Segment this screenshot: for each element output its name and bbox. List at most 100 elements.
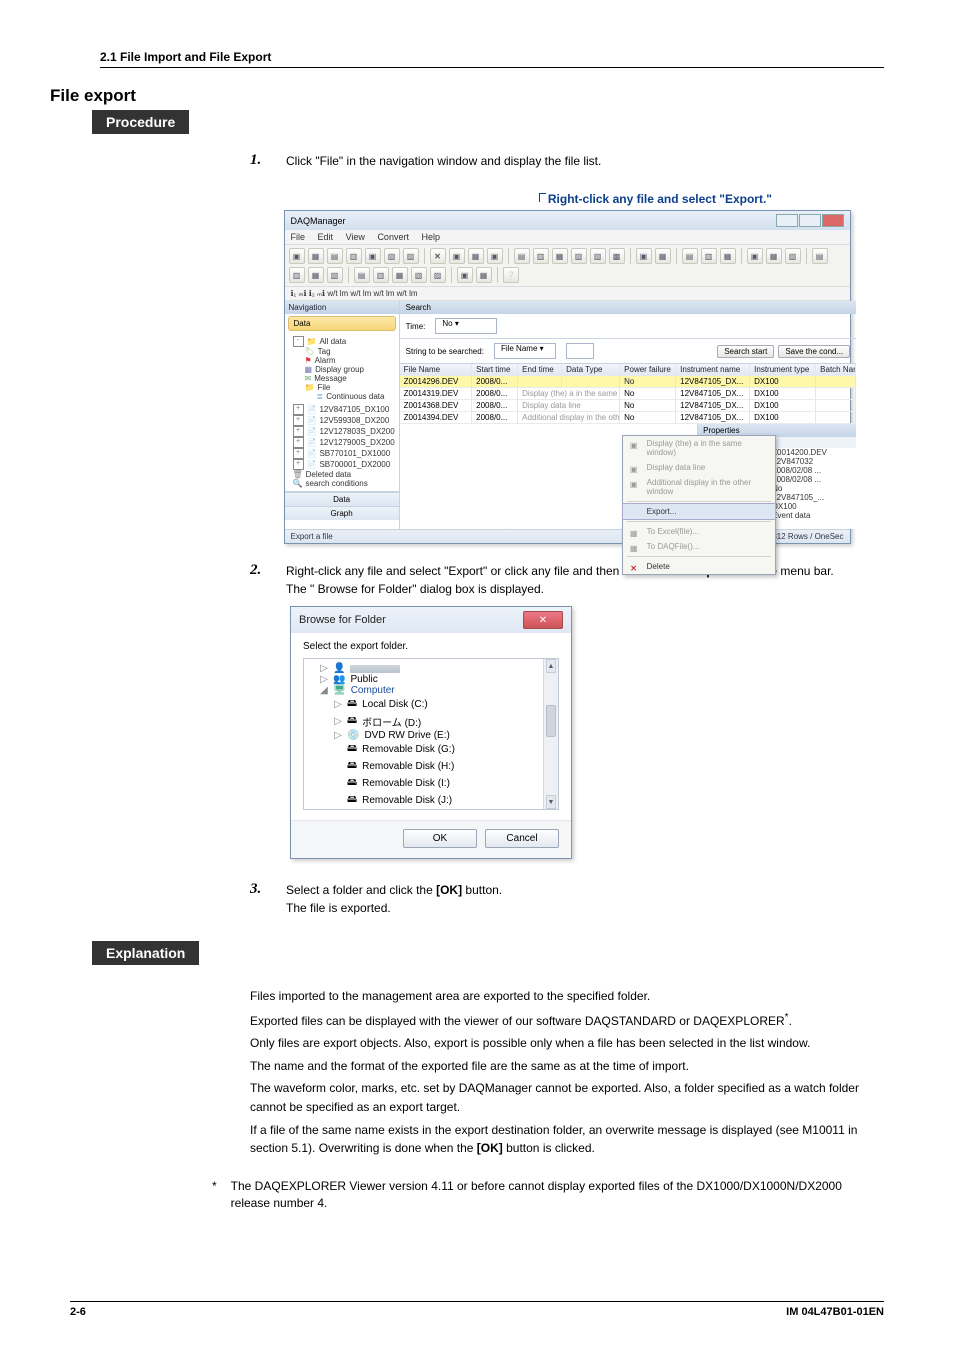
tool-icon[interactable]: ▣: [457, 267, 473, 283]
tool-icon[interactable]: ▦: [468, 248, 484, 264]
nav-tree[interactable]: -📁All data 🏷Tag ⚑Alarm ▦Display group ✉M…: [285, 333, 399, 404]
table-row[interactable]: Z0014394.DEV2008/0... Additional display…: [400, 412, 856, 424]
tool-icon[interactable]: ▤: [812, 248, 828, 264]
table-row[interactable]: Z0014319.DEV2008/0... Display (the) a in…: [400, 388, 856, 400]
search-header: Search: [400, 301, 857, 314]
search-time-select[interactable]: No ▾: [435, 318, 497, 334]
menu-item-delete[interactable]: ✕Delete: [623, 559, 775, 574]
tool-icon[interactable]: ▥: [289, 267, 305, 283]
section-header: 2.1 File Import and File Export: [100, 50, 884, 64]
tool-icon[interactable]: ▨: [403, 248, 419, 264]
menu-item[interactable]: ▦To DAQFile()...: [623, 539, 775, 554]
menu-item[interactable]: ▣Display (the) a in the same window): [623, 436, 775, 460]
status-left: Export a file: [291, 532, 333, 541]
tool-icon[interactable]: ▨: [430, 267, 446, 283]
close-icon[interactable]: ✕: [523, 611, 563, 629]
search-string-label: String to be searched:: [406, 347, 484, 356]
scroll-up-icon[interactable]: ▲: [546, 659, 556, 673]
help-icon[interactable]: ❔: [503, 267, 519, 283]
tool-icon[interactable]: ▧: [411, 267, 427, 283]
tool-icon[interactable]: ▤: [682, 248, 698, 264]
step3-body: Select a folder and click the [OK] butto…: [286, 881, 884, 917]
menu-item[interactable]: ▦To Excel(file)...: [623, 524, 775, 539]
menu-file[interactable]: File: [291, 232, 306, 242]
maximize-button[interactable]: [799, 214, 821, 227]
tool-icon[interactable]: ▧: [384, 248, 400, 264]
nav-pane: Navigation Data -📁All data 🏷Tag ⚑Alarm ▦…: [285, 301, 400, 529]
search-save-button[interactable]: Save the cond...: [778, 345, 850, 358]
tool-icon[interactable]: ▣: [747, 248, 763, 264]
procedure-tag: Procedure: [92, 110, 189, 134]
tool-icon[interactable]: ▣: [487, 248, 503, 264]
explanation-body: Files imported to the management area ar…: [250, 987, 884, 1158]
file-table[interactable]: File Name Start time End time Data Type …: [400, 364, 857, 424]
search-text-input[interactable]: [566, 343, 594, 359]
menu-item-export[interactable]: Export...: [622, 503, 776, 520]
step3-num: 3.: [250, 881, 266, 917]
scroll-thumb[interactable]: [546, 705, 556, 737]
menu-view[interactable]: View: [346, 232, 365, 242]
tool-icon[interactable]: ▥: [373, 267, 389, 283]
tool-icon[interactable]: ▦: [552, 248, 568, 264]
tool-icon[interactable]: ▧: [571, 248, 587, 264]
menu-convert[interactable]: Convert: [377, 232, 409, 242]
table-row[interactable]: Z0014368.DEV2008/0... Display data line …: [400, 400, 856, 412]
table-row[interactable]: Z0014296.DEV2008/0... No 12V847105_DX...…: [400, 376, 856, 388]
browse-title: Browse for Folder: [299, 614, 386, 626]
tool-icon[interactable]: ▦: [308, 248, 324, 264]
browse-prompt: Select the export folder.: [303, 641, 559, 652]
menu-edit[interactable]: Edit: [318, 232, 334, 242]
nav-header: Navigation: [285, 301, 399, 314]
cancel-button[interactable]: Cancel: [485, 829, 559, 848]
tool-icon[interactable]: ▨: [590, 248, 606, 264]
step2-body: Right-click any file and select "Export"…: [286, 562, 884, 598]
tool-icon[interactable]: ▣: [289, 248, 305, 264]
tool-icon[interactable]: ▣: [636, 248, 652, 264]
nav-bottom-data[interactable]: Data: [285, 492, 399, 506]
tool-icon[interactable]: ▦: [720, 248, 736, 264]
tool-icon[interactable]: ▤: [354, 267, 370, 283]
scrollbar[interactable]: ▲ ▼: [543, 659, 558, 809]
menu-item[interactable]: ▣Display data line: [623, 460, 775, 475]
tool-icon[interactable]: ▦: [308, 267, 324, 283]
daqmanager-window: DAQManager File Edit View Convert Help ▣…: [284, 210, 851, 544]
tool-icon[interactable]: ▧: [327, 267, 343, 283]
callout-export: Right-click any file and select "Export.…: [548, 192, 772, 206]
tool-icon[interactable]: ▦: [655, 248, 671, 264]
nav-bottom-graph[interactable]: Graph: [285, 506, 399, 520]
tool-icon[interactable]: ▦: [476, 267, 492, 283]
menu-help[interactable]: Help: [421, 232, 440, 242]
page-title: File export: [50, 86, 884, 106]
folder-tree[interactable]: ▷👤 ▷👥Public ◢🖥Computer ▷🖴Local Disk (C:)…: [303, 658, 559, 810]
tool-icon[interactable]: ▤: [327, 248, 343, 264]
minimize-button[interactable]: [776, 214, 798, 227]
scroll-down-icon[interactable]: ▼: [546, 795, 556, 809]
search-string-select[interactable]: File Name ▾: [494, 343, 556, 359]
tool-icon[interactable]: ▣: [449, 248, 465, 264]
menubar[interactable]: File Edit View Convert Help: [285, 230, 850, 244]
tool-icon[interactable]: ▩: [609, 248, 625, 264]
tool-icon[interactable]: ▤: [514, 248, 530, 264]
ok-button[interactable]: OK: [403, 829, 477, 848]
step1-body: Click "File" in the navigation window an…: [286, 152, 884, 170]
app-title: DAQManager: [291, 216, 346, 226]
tool-icon[interactable]: ▥: [701, 248, 717, 264]
delete-icon[interactable]: ✕: [430, 248, 446, 264]
tool-icon[interactable]: ▥: [346, 248, 362, 264]
tool-icon[interactable]: ▦: [766, 248, 782, 264]
nav-tab-data[interactable]: Data: [288, 316, 396, 331]
rule: [100, 67, 884, 68]
context-menu[interactable]: ▣Display (the) a in the same window) ▣Di…: [622, 435, 776, 575]
toolbar: ▣ ▦ ▤ ▥ ▣ ▧ ▨ ✕ ▣ ▦ ▣ ▤ ▥ ▦ ▧ ▨ ▩ ▣: [285, 244, 850, 287]
doc-id: IM 04L47B01-01EN: [786, 1306, 884, 1318]
tool-icon[interactable]: ▦: [392, 267, 408, 283]
tool-icon[interactable]: ▥: [533, 248, 549, 264]
explanation-tag: Explanation: [92, 941, 199, 965]
search-time-label: Time:: [406, 322, 426, 331]
search-start-button[interactable]: Search start: [717, 345, 774, 358]
footnote: * The DAQEXPLORER Viewer version 4.11 or…: [212, 1178, 884, 1213]
close-button[interactable]: [822, 214, 844, 227]
tool-icon[interactable]: ▣: [365, 248, 381, 264]
tool-icon[interactable]: ▧: [785, 248, 801, 264]
menu-item[interactable]: ▣Additional display in the other window: [623, 475, 775, 499]
